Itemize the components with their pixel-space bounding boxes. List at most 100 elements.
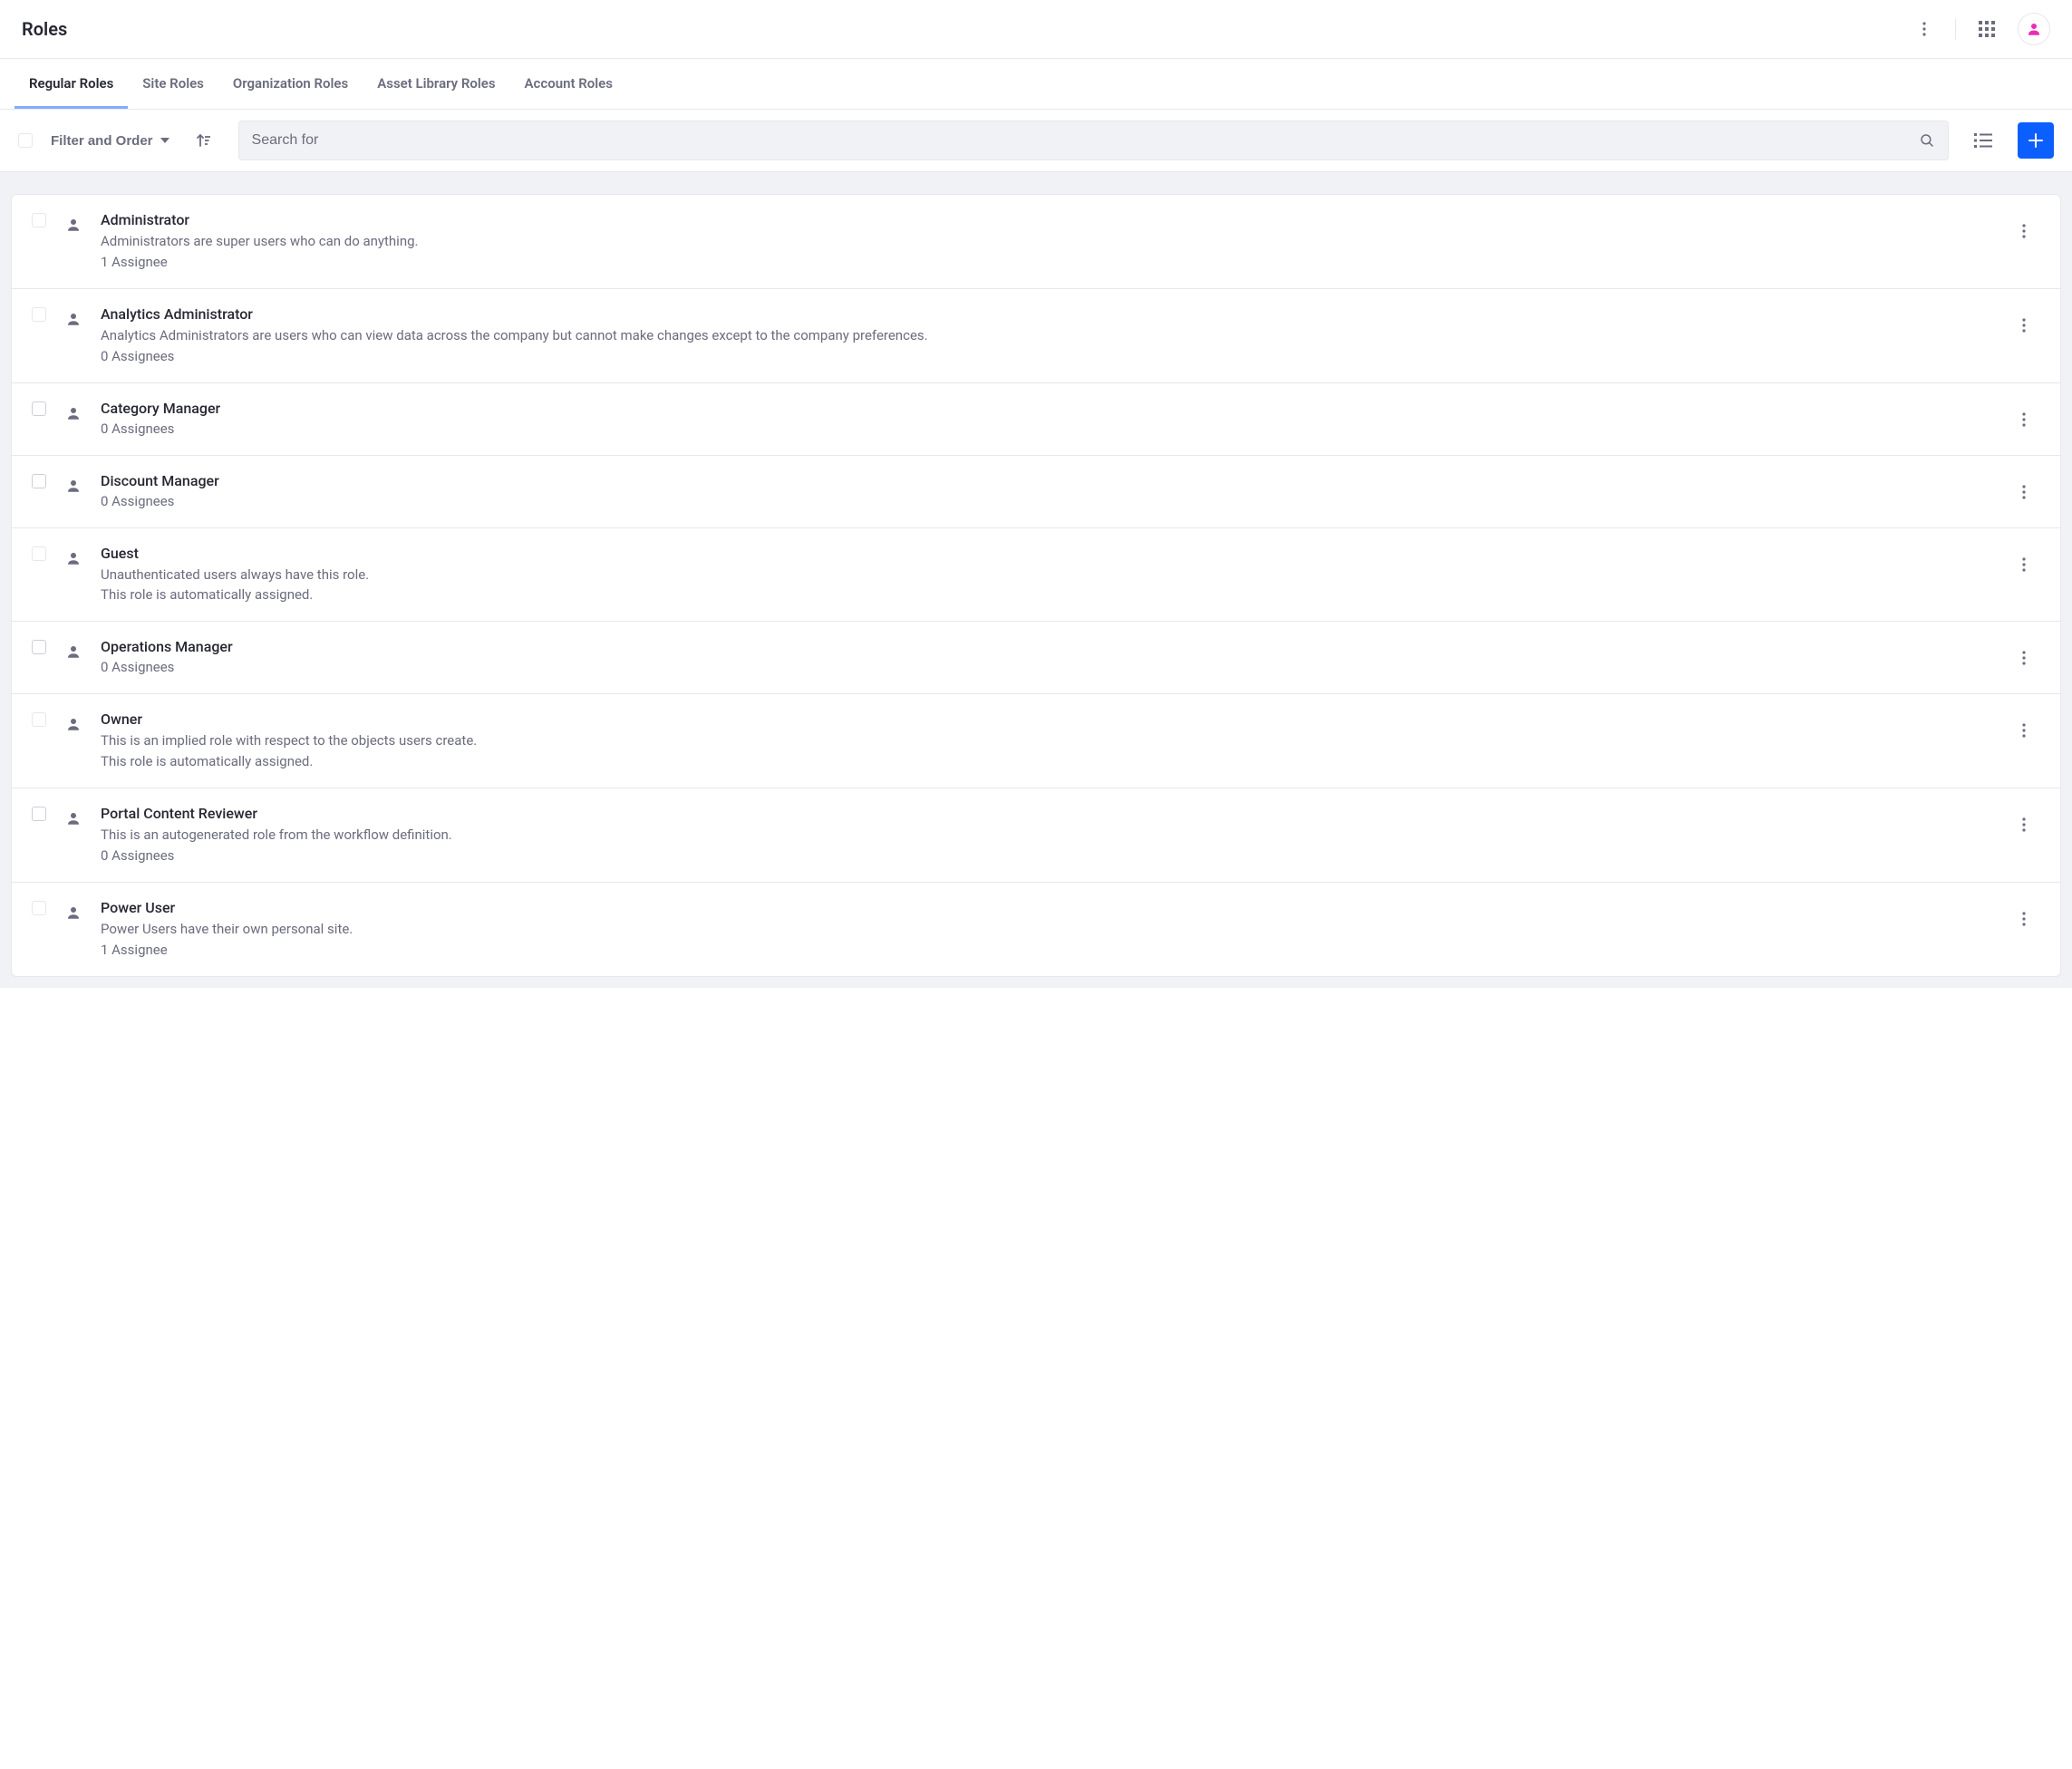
- row-more-button[interactable]: [2008, 548, 2040, 581]
- role-row[interactable]: AdministratorAdministrators are super us…: [12, 195, 2060, 289]
- row-checkbox[interactable]: [32, 640, 46, 654]
- caret-down-icon: [160, 138, 169, 143]
- row-checkbox[interactable]: [32, 546, 46, 561]
- row-checkbox[interactable]: [32, 712, 46, 727]
- role-description: Analytics Administrators are users who c…: [101, 326, 1991, 346]
- row-actions: [2008, 805, 2040, 841]
- row-more-button[interactable]: [2008, 903, 2040, 935]
- row-more-button[interactable]: [2008, 642, 2040, 674]
- role-title: Portal Content Reviewer: [101, 805, 1991, 822]
- role-description: Power Users have their own personal site…: [101, 920, 1991, 940]
- row-checkbox[interactable]: [32, 901, 46, 915]
- row-body: Portal Content ReviewerThis is an autoge…: [101, 805, 1991, 864]
- role-row[interactable]: Analytics Administrator Analytics Adminis…: [12, 289, 2060, 383]
- row-more-button[interactable]: [2008, 403, 2040, 436]
- divider: [1955, 18, 1956, 40]
- header-more-button[interactable]: [1908, 13, 1941, 45]
- page-title: Roles: [22, 18, 67, 40]
- role-subtext: 0 Assignees: [101, 847, 1991, 864]
- list-view-button[interactable]: [1967, 124, 1999, 157]
- sort-button[interactable]: [188, 124, 220, 157]
- sort-icon: [196, 132, 212, 149]
- row-actions: [2008, 211, 2040, 247]
- row-actions: [2008, 710, 2040, 747]
- role-title: Administrator: [101, 211, 1991, 228]
- row-body: Category Manager0 Assignees: [101, 400, 1991, 437]
- role-title: Category Manager: [101, 400, 1991, 417]
- row-actions: [2008, 545, 2040, 581]
- plus-icon: [2028, 132, 2044, 149]
- add-button[interactable]: [2018, 122, 2054, 159]
- row-actions: [2008, 400, 2040, 436]
- list-icon: [1974, 132, 1992, 149]
- role-row[interactable]: Portal Content ReviewerThis is an autoge…: [12, 788, 2060, 883]
- role-subtext: This role is automatically assigned.: [101, 586, 1991, 603]
- roles-list: AdministratorAdministrators are super us…: [11, 194, 2061, 977]
- role-row[interactable]: Owner This is an implied role with respec…: [12, 694, 2060, 788]
- role-title: Owner: [101, 710, 1991, 728]
- role-subtext: 0 Assignees: [101, 493, 1991, 509]
- row-body: Owner This is an implied role with respec…: [101, 710, 1991, 769]
- role-row[interactable]: GuestUnauthenticated users always have t…: [12, 528, 2060, 623]
- row-check-wrap: [32, 400, 46, 416]
- user-icon: [63, 545, 84, 566]
- role-subtext: 0 Assignees: [101, 659, 1991, 675]
- search-box: [238, 121, 1949, 160]
- role-description: This is an implied role with respect to …: [101, 731, 1991, 751]
- row-body: Operations Manager 0 Assignees: [101, 638, 1991, 675]
- row-more-button[interactable]: [2008, 808, 2040, 841]
- user-icon: [63, 899, 84, 921]
- header-actions: [1908, 13, 2050, 45]
- user-icon: [63, 211, 84, 233]
- row-more-button[interactable]: [2008, 476, 2040, 508]
- tab-asset-library-roles[interactable]: Asset Library Roles: [363, 59, 509, 109]
- row-body: AdministratorAdministrators are super us…: [101, 211, 1991, 270]
- row-checkbox[interactable]: [32, 401, 46, 416]
- kebab-icon: [1922, 22, 1926, 36]
- row-actions: [2008, 472, 2040, 508]
- select-all-checkbox[interactable]: [18, 133, 33, 148]
- filter-order-button[interactable]: Filter and Order: [51, 133, 169, 149]
- row-body: Analytics Administrator Analytics Adminis…: [101, 305, 1991, 364]
- tab-regular-roles[interactable]: Regular Roles: [15, 59, 128, 109]
- role-subtext: This role is automatically assigned.: [101, 753, 1991, 769]
- row-more-button[interactable]: [2008, 714, 2040, 747]
- page-header: Roles: [0, 0, 2072, 59]
- role-title: Power User: [101, 899, 1991, 916]
- tab-organization-roles[interactable]: Organization Roles: [218, 59, 363, 109]
- role-title: Operations Manager: [101, 638, 1991, 655]
- user-icon: [63, 710, 84, 732]
- role-subtext: 1 Assignee: [101, 942, 1991, 958]
- row-checkbox[interactable]: [32, 807, 46, 821]
- row-body: Discount Manager 0 Assignees: [101, 472, 1991, 509]
- row-more-button[interactable]: [2008, 215, 2040, 247]
- row-checkbox[interactable]: [32, 213, 46, 227]
- role-title: Analytics Administrator: [101, 305, 1991, 323]
- role-row[interactable]: Discount Manager 0 Assignees: [12, 456, 2060, 528]
- apps-button[interactable]: [1970, 13, 2003, 45]
- search-input[interactable]: [252, 132, 1919, 149]
- row-check-wrap: [32, 545, 46, 561]
- tab-account-roles[interactable]: Account Roles: [510, 59, 627, 109]
- row-check-wrap: [32, 472, 46, 488]
- role-row[interactable]: Power User Power Users have their own per…: [12, 883, 2060, 976]
- user-icon: [63, 305, 84, 327]
- row-body: Power User Power Users have their own per…: [101, 899, 1991, 958]
- row-check-wrap: [32, 638, 46, 654]
- row-check-wrap: [32, 211, 46, 227]
- role-title: Discount Manager: [101, 472, 1991, 489]
- tab-site-roles[interactable]: Site Roles: [128, 59, 218, 109]
- role-subtext: 0 Assignees: [101, 348, 1991, 364]
- row-checkbox[interactable]: [32, 307, 46, 322]
- user-icon: [63, 472, 84, 494]
- row-body: GuestUnauthenticated users always have t…: [101, 545, 1991, 604]
- search-icon: [1919, 132, 1935, 149]
- row-check-wrap: [32, 805, 46, 821]
- row-checkbox[interactable]: [32, 474, 46, 488]
- row-actions: [2008, 638, 2040, 674]
- content-area: AdministratorAdministrators are super us…: [0, 172, 2072, 988]
- row-more-button[interactable]: [2008, 309, 2040, 342]
- role-row[interactable]: Category Manager0 Assignees: [12, 383, 2060, 456]
- user-avatar-button[interactable]: [2018, 13, 2050, 45]
- role-row[interactable]: Operations Manager 0 Assignees: [12, 622, 2060, 694]
